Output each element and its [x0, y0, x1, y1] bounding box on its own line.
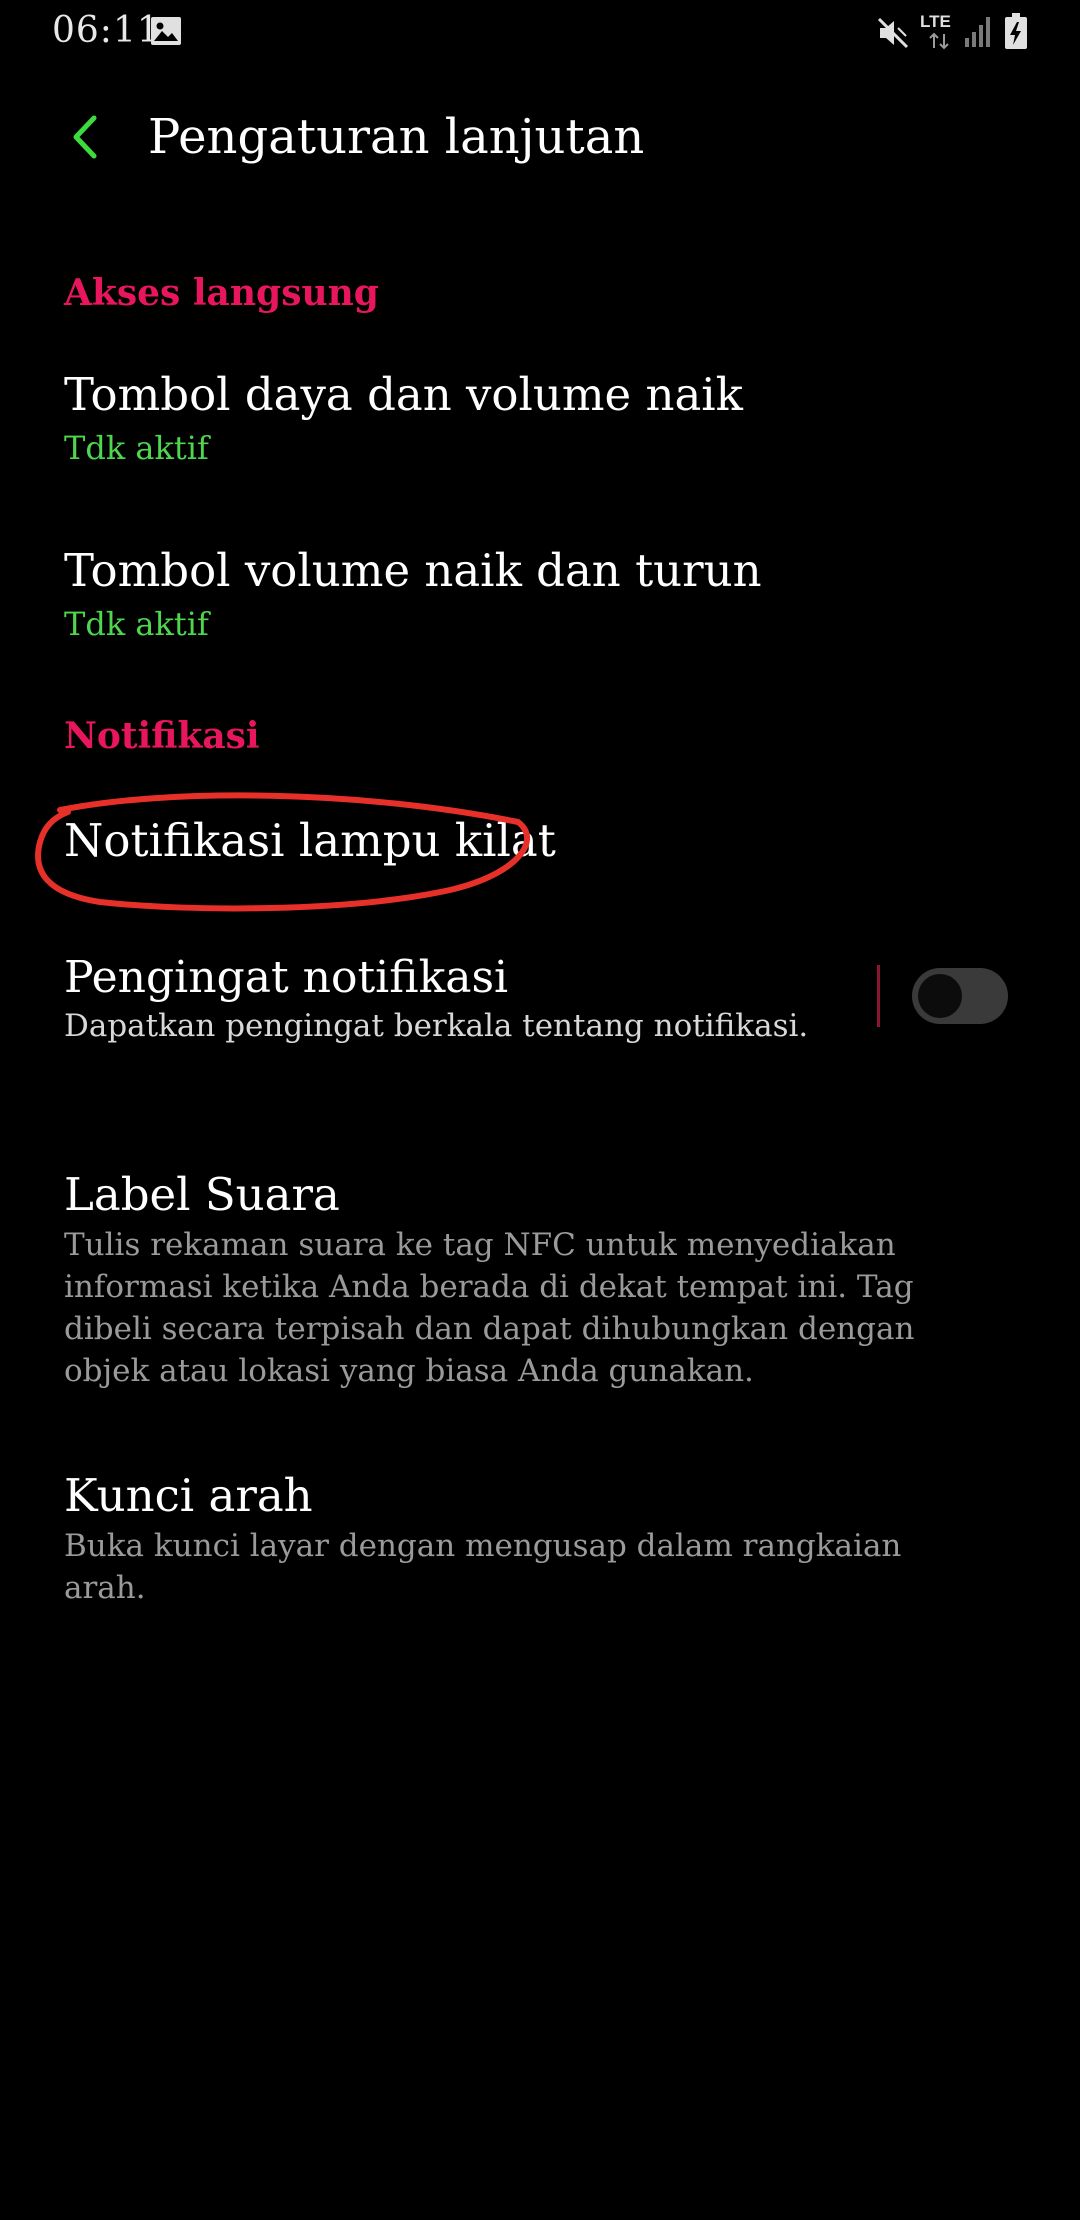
notification-reminder-toggle[interactable] [912, 968, 1008, 1024]
toggle-divider [877, 965, 880, 1027]
battery-charging-icon [1005, 13, 1027, 49]
setting-title: Notifikasi lampu kilat [64, 814, 556, 867]
setting-title: Label Suara [64, 1168, 340, 1221]
setting-title: Kunci arah [64, 1469, 313, 1522]
setting-voice-label[interactable]: Label Suara Tulis rekaman suara ke tag N… [0, 1162, 1080, 1402]
section-header-notifications: Notifikasi [64, 715, 260, 757]
setting-title: Tombol daya dan volume naik [64, 368, 743, 421]
setting-status: Tdk aktif [64, 429, 209, 467]
status-time: 06:11 [52, 10, 161, 51]
setting-flash-notification[interactable]: Notifikasi lampu kilat [0, 808, 1080, 898]
lte-icon: LTE [918, 12, 958, 52]
setting-status: Tdk aktif [64, 605, 209, 643]
setting-description: Dapatkan pengingat berkala tentang notif… [64, 1008, 809, 1044]
setting-direction-lock[interactable]: Kunci arah Buka kunci layar dengan mengu… [0, 1463, 1080, 1606]
setting-power-volume-up[interactable]: Tombol daya dan volume naik Tdk aktif [0, 365, 1080, 485]
mute-icon [877, 17, 909, 49]
toggle-knob [918, 974, 962, 1018]
signal-icon [965, 17, 990, 47]
setting-volume-up-down[interactable]: Tombol volume naik dan turun Tdk aktif [0, 541, 1080, 661]
setting-title: Pengingat notifikasi [64, 952, 509, 1003]
app-bar: Pengaturan lanjutan [0, 95, 1080, 185]
setting-description: Buka kunci layar dengan mengusap dalam r… [64, 1528, 902, 1606]
lte-label: LTE [920, 12, 951, 31]
section-header-direct-access: Akses langsung [64, 272, 379, 314]
back-button[interactable] [60, 107, 110, 167]
image-icon [151, 17, 181, 45]
setting-title: Tombol volume naik dan turun [64, 544, 762, 597]
chevron-left-icon [73, 115, 97, 159]
status-bar: 06:11 LTE [0, 0, 1080, 70]
page-title: Pengaturan lanjutan [148, 109, 645, 165]
setting-description: Tulis rekaman suara ke tag NFC untuk men… [64, 1227, 915, 1389]
